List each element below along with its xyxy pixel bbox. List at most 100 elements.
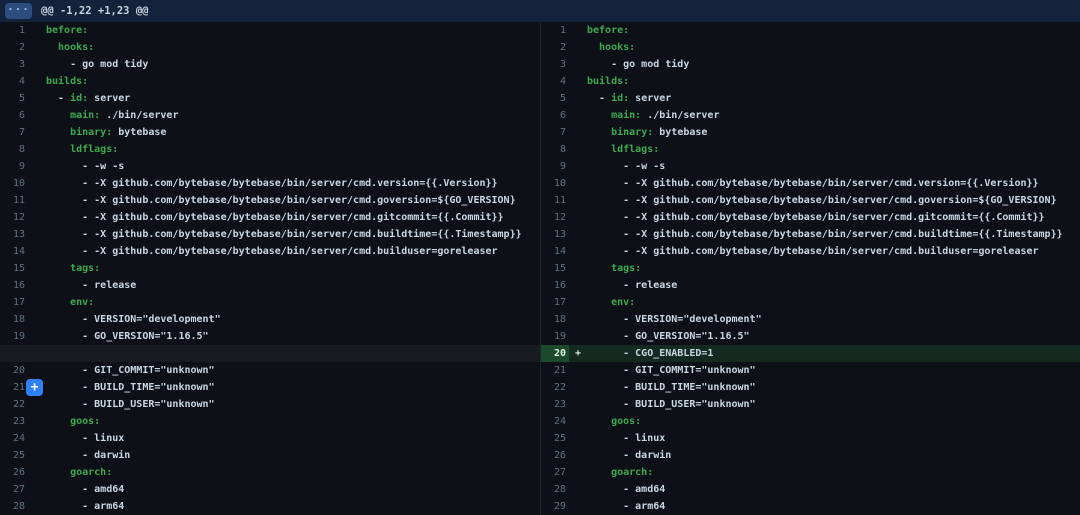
- diff-marker: [28, 413, 46, 430]
- diff-marker: [569, 498, 587, 515]
- code-token: - linux: [587, 433, 665, 444]
- line-number[interactable]: 10: [0, 175, 28, 192]
- line-number[interactable]: 23: [0, 413, 28, 430]
- line-number[interactable]: 18: [0, 311, 28, 328]
- diff-line: 12 - -X github.com/bytebase/bytebase/bin…: [0, 209, 540, 226]
- line-number[interactable]: 24: [0, 430, 28, 447]
- diff-line: 10 - -X github.com/bytebase/bytebase/bin…: [0, 175, 540, 192]
- line-number[interactable]: 1: [541, 22, 569, 39]
- line-number[interactable]: 27: [0, 481, 28, 498]
- line-number[interactable]: 15: [541, 260, 569, 277]
- line-number[interactable]: 15: [0, 260, 28, 277]
- line-number[interactable]: 2: [541, 39, 569, 56]
- expand-diff-button[interactable]: ···: [5, 3, 32, 19]
- line-number[interactable]: 19: [541, 328, 569, 345]
- line-number[interactable]: 12: [0, 209, 28, 226]
- diff-line: 25 - darwin: [0, 447, 540, 464]
- code-line: - darwin: [46, 447, 540, 464]
- line-number[interactable]: 18: [541, 311, 569, 328]
- code-line: tags:: [46, 260, 540, 277]
- line-number[interactable]: 13: [541, 226, 569, 243]
- line-number[interactable]: 16: [541, 277, 569, 294]
- line-number[interactable]: 17: [0, 294, 28, 311]
- diff-marker: [569, 481, 587, 498]
- line-number[interactable]: 9: [541, 158, 569, 175]
- diff-marker: [569, 158, 587, 175]
- line-number[interactable]: 11: [0, 192, 28, 209]
- line-number[interactable]: 2: [0, 39, 28, 56]
- line-number[interactable]: 3: [541, 56, 569, 73]
- line-number[interactable]: 9: [0, 158, 28, 175]
- line-number[interactable]: 23: [541, 396, 569, 413]
- diff-line: 22 - BUILD_TIME="unknown": [541, 379, 1080, 396]
- diff-line: 6 main: ./bin/server: [0, 107, 540, 124]
- line-number[interactable]: 20: [541, 345, 569, 362]
- diff-line: 9 - -w -s: [0, 158, 540, 175]
- line-number[interactable]: 7: [541, 124, 569, 141]
- code-line: - BUILD_TIME="unknown": [46, 379, 540, 396]
- code-line: binary: bytebase: [46, 124, 540, 141]
- line-number[interactable]: 14: [541, 243, 569, 260]
- diff-line: 17 env:: [0, 294, 540, 311]
- diff-marker: [28, 396, 46, 413]
- code-token: bytebase: [653, 127, 707, 138]
- line-number[interactable]: 28: [0, 498, 28, 515]
- line-number[interactable]: 24: [541, 413, 569, 430]
- line-number[interactable]: 14: [0, 243, 28, 260]
- line-number[interactable]: 26: [0, 464, 28, 481]
- line-number[interactable]: 27: [541, 464, 569, 481]
- diff-marker: [569, 379, 587, 396]
- diff-line: 28 - amd64: [541, 481, 1080, 498]
- diff-line: 23 goos:: [0, 413, 540, 430]
- line-number[interactable]: 21: [541, 362, 569, 379]
- line-number[interactable]: 6: [0, 107, 28, 124]
- line-number[interactable]: 13: [0, 226, 28, 243]
- code-token: - release: [587, 280, 677, 291]
- line-number[interactable]: 22: [541, 379, 569, 396]
- code-line: - darwin: [587, 447, 1080, 464]
- line-number[interactable]: 7: [0, 124, 28, 141]
- diff-line: 22 - BUILD_USER="unknown": [0, 396, 540, 413]
- line-number[interactable]: 22: [0, 396, 28, 413]
- diff-marker: [569, 396, 587, 413]
- line-number[interactable]: 11: [541, 192, 569, 209]
- line-number[interactable]: 16: [0, 277, 28, 294]
- line-number[interactable]: 5: [0, 90, 28, 107]
- line-number[interactable]: 3: [0, 56, 28, 73]
- code-token: id:: [70, 93, 88, 104]
- diff-line: 19 - GO_VERSION="1.16.5": [541, 328, 1080, 345]
- diff-marker: [569, 141, 587, 158]
- line-number[interactable]: 10: [541, 175, 569, 192]
- code-line: binary: bytebase: [587, 124, 1080, 141]
- line-number[interactable]: 17: [541, 294, 569, 311]
- line-number[interactable]: 25: [541, 430, 569, 447]
- code-token: - -X github.com/bytebase/bytebase/bin/se…: [46, 229, 522, 240]
- code-line: - GIT_COMMIT="unknown": [587, 362, 1080, 379]
- line-number[interactable]: 4: [0, 73, 28, 90]
- code-token: main:: [70, 110, 100, 121]
- add-comment-button[interactable]: +: [26, 379, 43, 396]
- line-number[interactable]: 5: [541, 90, 569, 107]
- line-number[interactable]: 19: [0, 328, 28, 345]
- line-number[interactable]: 1: [0, 22, 28, 39]
- line-number[interactable]: 4: [541, 73, 569, 90]
- code-token: server: [629, 93, 671, 104]
- code-line: - -X github.com/bytebase/bytebase/bin/se…: [46, 226, 540, 243]
- code-token: goarch:: [587, 467, 653, 478]
- line-number[interactable]: 26: [541, 447, 569, 464]
- code-token: builds:: [46, 76, 88, 87]
- line-number[interactable]: 25: [0, 447, 28, 464]
- code-token: - -X github.com/bytebase/bytebase/bin/se…: [587, 178, 1039, 189]
- diff-line: 18 - VERSION="development": [541, 311, 1080, 328]
- line-number[interactable]: 8: [541, 141, 569, 158]
- diff-line: 18 - VERSION="development": [0, 311, 540, 328]
- diff-marker: [28, 56, 46, 73]
- line-number[interactable]: 8: [0, 141, 28, 158]
- line-number[interactable]: 21: [0, 379, 28, 396]
- line-number[interactable]: 29: [541, 498, 569, 515]
- line-number[interactable]: 12: [541, 209, 569, 226]
- line-number[interactable]: 6: [541, 107, 569, 124]
- line-number[interactable]: 20: [0, 362, 28, 379]
- line-number[interactable]: 28: [541, 481, 569, 498]
- code-line: ldflags:: [587, 141, 1080, 158]
